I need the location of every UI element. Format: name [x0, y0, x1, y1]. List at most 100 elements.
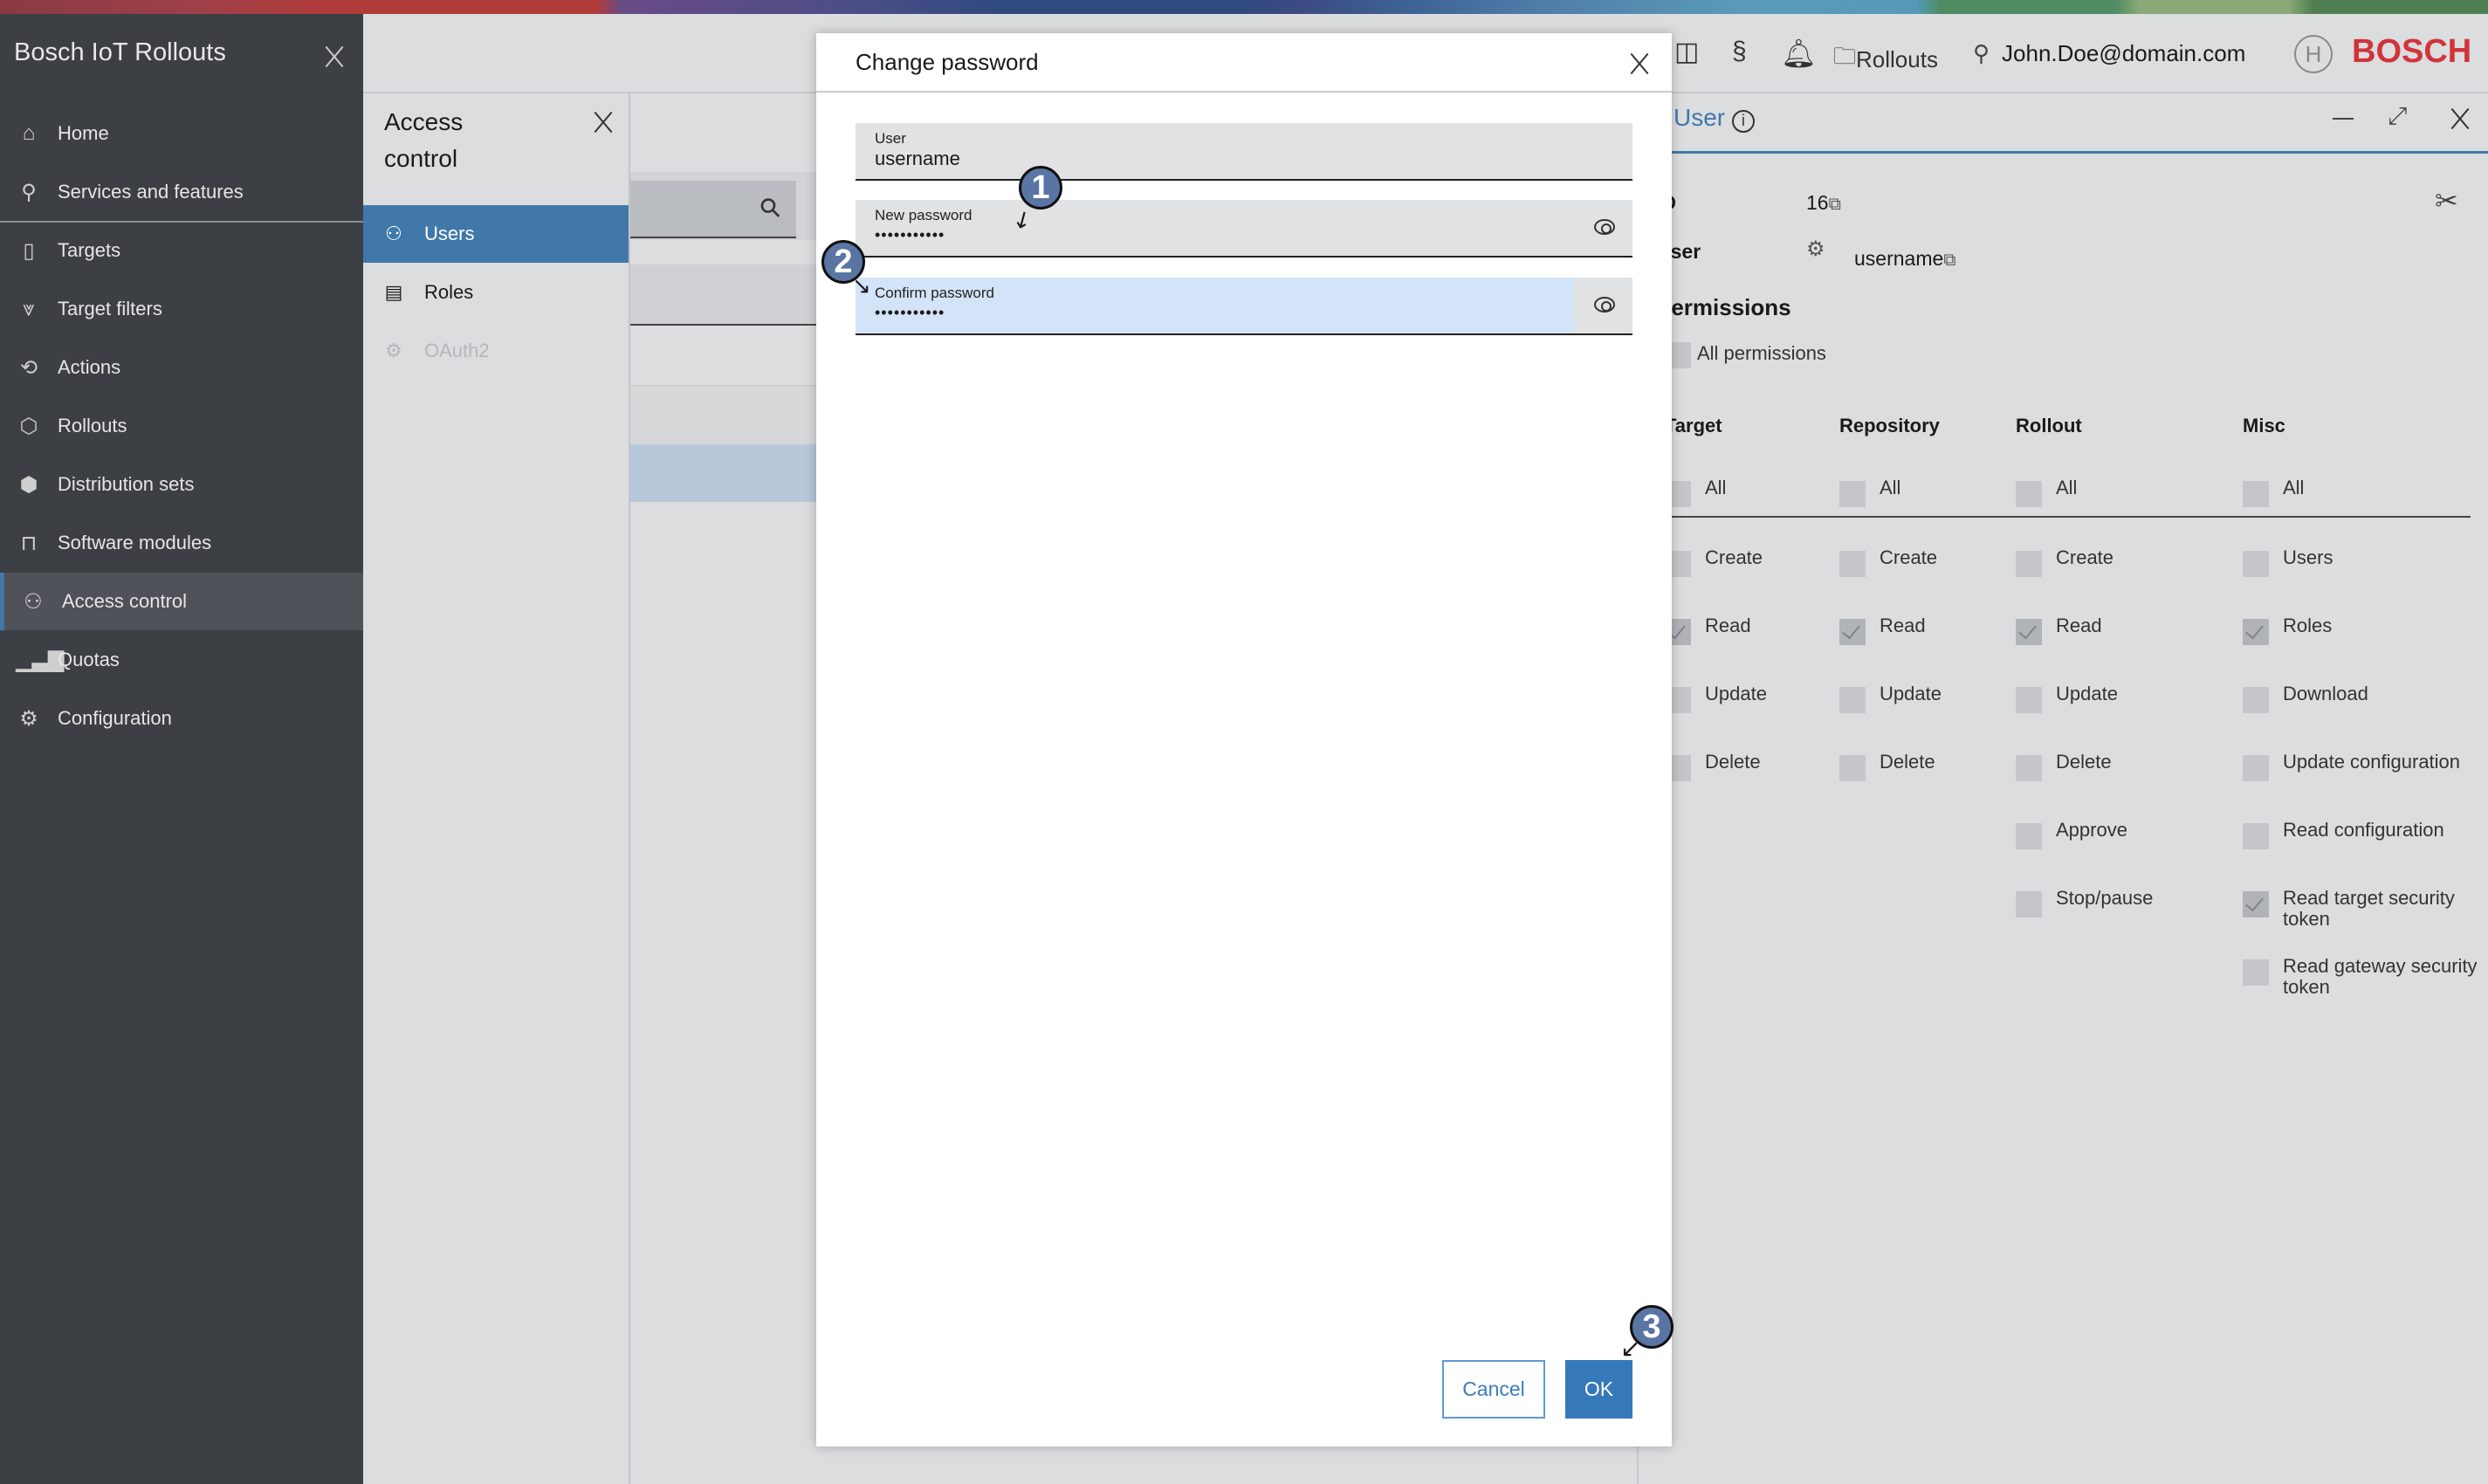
- sidebar-item-rollouts[interactable]: ⬡ Rollouts: [0, 397, 363, 455]
- copy-icon[interactable]: ⧉: [1829, 195, 1841, 214]
- permission-checkbox[interactable]: [2243, 891, 2269, 917]
- sidebar-item-configuration[interactable]: ⚙ Configuration: [0, 690, 363, 747]
- permission-checkbox[interactable]: [2243, 481, 2269, 507]
- access-control-panel: Access control ⚇ Users ▤ Roles ⚙ OAuth2: [363, 93, 630, 1484]
- bar-chart-icon: ▁▃▇: [16, 648, 65, 672]
- cancel-button[interactable]: Cancel: [1442, 1360, 1545, 1419]
- show-password-icon[interactable]: [1594, 219, 1615, 235]
- permission-column-header: Repository: [1839, 415, 1940, 436]
- permission-label: Read: [1880, 615, 1926, 636]
- access-tab-label: Roles: [424, 281, 474, 303]
- permission-checkbox[interactable]: [2016, 755, 2042, 781]
- permission-column-header: Rollout: [2016, 415, 2082, 436]
- permission-label: Approve: [2056, 819, 2127, 841]
- permission-checkbox[interactable]: [1839, 481, 1866, 507]
- show-password-icon[interactable]: [1594, 297, 1615, 313]
- permission-checkbox[interactable]: [1839, 755, 1866, 781]
- change-password-dialog: Change password User username New passwo…: [816, 33, 1672, 1446]
- list-row[interactable]: [630, 385, 816, 444]
- bell-icon[interactable]: 🔔︎: [1781, 37, 1817, 70]
- permission-checkbox[interactable]: [2016, 481, 2042, 507]
- permission-checkbox[interactable]: [2243, 551, 2269, 577]
- access-tab-users[interactable]: ⚇ Users: [363, 205, 629, 263]
- oauth-icon: ⚙: [385, 340, 402, 361]
- search-icon[interactable]: ⚲: [753, 190, 788, 225]
- access-tab-roles[interactable]: ▤ Roles: [363, 264, 629, 321]
- home-icon: ⌂: [22, 121, 36, 145]
- sidebar-item-label: Home: [58, 122, 109, 144]
- search-input[interactable]: ⚲: [630, 181, 796, 238]
- info-icon[interactable]: i: [1731, 110, 1755, 133]
- modules-icon: ⊓: [20, 531, 38, 555]
- permission-checkbox[interactable]: [1839, 619, 1866, 645]
- close-panel-icon[interactable]: [592, 111, 615, 134]
- access-tab-label: OAuth2: [424, 340, 490, 361]
- sidebar-item-distribution-sets[interactable]: ⬢ Distribution sets: [0, 456, 363, 513]
- sidebar-item-quotas[interactable]: ▁▃▇ Quotas: [0, 631, 363, 689]
- ok-button[interactable]: OK: [1565, 1360, 1632, 1419]
- permission-checkbox[interactable]: [2243, 823, 2269, 849]
- box-icon: ⬢: [19, 472, 38, 497]
- permission-column-header: Target: [1665, 415, 1722, 436]
- permission-checkbox[interactable]: [2016, 687, 2042, 713]
- permission-label: All: [2056, 477, 2078, 498]
- expand-icon[interactable]: ⤢: [2388, 102, 2407, 131]
- minimize-icon[interactable]: [2333, 118, 2354, 120]
- user-details-panel: User i ⤢ ID 16⧉ ✂ User ⚙ username⧉ Permi…: [1637, 93, 2488, 1484]
- sidebar-item-label: Software modules: [58, 532, 212, 553]
- permission-checkbox[interactable]: [2016, 823, 2042, 849]
- permission-checkbox[interactable]: [2016, 619, 2042, 645]
- permission-label: Update: [1880, 683, 1942, 704]
- new-password-input[interactable]: •••••••••••: [875, 226, 945, 244]
- user-field-value: username: [875, 148, 960, 169]
- permission-checkbox[interactable]: [1839, 687, 1866, 713]
- permission-checkbox[interactable]: [2016, 891, 2042, 917]
- access-control-icon: ⚇: [24, 589, 43, 614]
- sidebar-item-targets[interactable]: ▯ Targets: [0, 222, 363, 279]
- permission-checkbox[interactable]: [1839, 551, 1866, 577]
- permission-checkbox[interactable]: [2243, 687, 2269, 713]
- details-title: User i: [1674, 104, 1755, 133]
- permission-checkbox[interactable]: [2243, 619, 2269, 645]
- permission-label: Update: [1705, 683, 1767, 704]
- title-underline: [1639, 151, 2488, 154]
- package-icon: ⬡: [19, 414, 38, 438]
- permission-label: Create: [1880, 546, 1938, 568]
- book-icon[interactable]: ◫: [1674, 37, 1699, 67]
- copy-icon[interactable]: ⧉: [1943, 251, 1955, 270]
- permission-label: Download: [2283, 683, 2368, 704]
- sidebar-item-target-filters[interactable]: ⩔ Target filters: [0, 280, 363, 338]
- permission-label: Delete: [1880, 751, 1935, 773]
- sidebar-item-home[interactable]: ⌂ Home: [0, 105, 363, 162]
- user-menu[interactable]: ⚲ John.Doe@domain.com: [1973, 40, 2245, 67]
- gear-icon: ⚙: [19, 706, 38, 731]
- tools-icon[interactable]: ✂: [2435, 184, 2458, 217]
- permission-checkbox[interactable]: [2243, 755, 2269, 781]
- search-icon: ⚲: [21, 180, 37, 204]
- sidebar: Bosch IoT Rollouts ⌂ Home ⚲ Services and fe…: [0, 14, 363, 1484]
- confirm-password-input[interactable]: •••••••••••: [875, 304, 945, 322]
- sidebar-item-actions[interactable]: ⟲ Actions: [0, 339, 363, 396]
- permission-checkbox[interactable]: [2243, 959, 2269, 986]
- sidebar-item-label: Access control: [62, 590, 188, 612]
- access-tab-oauth2[interactable]: ⚙ OAuth2: [363, 322, 629, 380]
- permission-checkbox[interactable]: [2016, 551, 2042, 577]
- new-password-field[interactable]: New password •••••••••••: [856, 200, 1632, 258]
- sidebar-item-access-control[interactable]: ⚇ Access control: [0, 573, 363, 630]
- sidebar-item-software-modules[interactable]: ⊓ Software modules: [0, 514, 363, 572]
- search-area: ⚲: [630, 172, 816, 240]
- legal-icon[interactable]: §: [1732, 37, 1747, 66]
- confirm-password-field[interactable]: Confirm password •••••••••••: [856, 278, 1632, 335]
- close-details-icon[interactable]: [2449, 107, 2471, 130]
- sidebar-item-services-and-features[interactable]: ⚲ Services and features: [0, 163, 363, 221]
- target-device-icon: ▯: [23, 238, 35, 263]
- tenant-label: Rollouts: [1856, 45, 1938, 72]
- all-permissions-label: All permissions: [1697, 342, 1826, 364]
- permission-label: Read target security token: [2283, 887, 2455, 930]
- list-row-selected[interactable]: [630, 444, 816, 502]
- rollouts-tenant-button[interactable]: 🗀︎ Rollouts: [1833, 40, 1938, 79]
- close-sidebar-icon[interactable]: [323, 45, 346, 68]
- close-dialog-icon[interactable]: [1628, 52, 1651, 75]
- sidebar-item-label: Rollouts: [58, 415, 127, 436]
- brand-banner: [0, 0, 2488, 14]
